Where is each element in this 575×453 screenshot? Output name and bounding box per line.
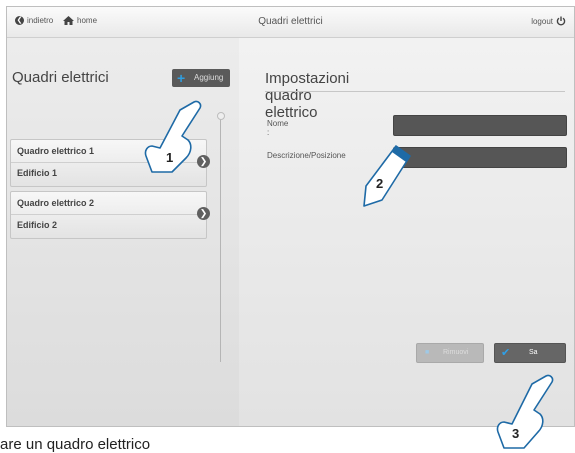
app-window: ❮ indietro home Quadri elettrici logout …	[6, 6, 575, 427]
remove-button-label: Rimuovi	[443, 349, 469, 356]
save-button[interactable]: ✔ Sa	[494, 343, 566, 363]
callout-number: 3	[512, 426, 519, 441]
list-item[interactable]: Quadro elettrico 2 Edificio 2	[10, 191, 207, 239]
callout-3-hand-pointer-icon: 3	[496, 374, 554, 449]
item-name: Quadro elettrico 1	[17, 146, 95, 156]
save-button-label: Sa	[529, 349, 538, 356]
top-bar: ❮ indietro home Quadri elettrici logout	[7, 7, 574, 38]
settings-title: Impostazioni quadro elettrico	[265, 70, 350, 121]
checkmark-icon: ✔	[501, 347, 511, 359]
name-label: Nome :	[267, 119, 289, 137]
add-button[interactable]: + Aggiung	[172, 69, 230, 87]
chevron-right-icon[interactable]: ❯	[197, 207, 210, 220]
add-button-label: Aggiung	[194, 73, 224, 82]
callout-number: 2	[376, 176, 383, 191]
item-building: Edificio 1	[17, 168, 58, 178]
callout-1-hand-pointer-icon: 1	[144, 100, 202, 173]
list-scrollbar[interactable]	[220, 117, 221, 362]
list-title: Quadri elettrici	[12, 69, 109, 86]
remove-button[interactable]: ■ Rimuovi	[416, 343, 484, 363]
callout-number: 1	[166, 150, 173, 165]
scrollbar-handle[interactable]	[217, 112, 225, 120]
remove-icon: ■	[425, 349, 430, 356]
item-building: Edificio 2	[17, 220, 58, 230]
item-name: Quadro elettrico 2	[17, 198, 95, 208]
name-input[interactable]	[393, 115, 567, 136]
caption-text: are un quadro elettrico	[0, 436, 151, 453]
callout-2-pencil-icon: 2	[363, 145, 411, 207]
description-label: Descrizione/Posizione	[267, 151, 346, 160]
logout-label: logout	[531, 16, 553, 26]
logout-button[interactable]: logout	[531, 16, 566, 26]
plus-icon: +	[177, 70, 186, 86]
description-input[interactable]	[393, 147, 567, 168]
item-divider	[11, 214, 206, 215]
page-title: Quadri elettrici	[258, 16, 323, 27]
title-divider	[265, 91, 565, 92]
power-icon	[556, 16, 566, 26]
